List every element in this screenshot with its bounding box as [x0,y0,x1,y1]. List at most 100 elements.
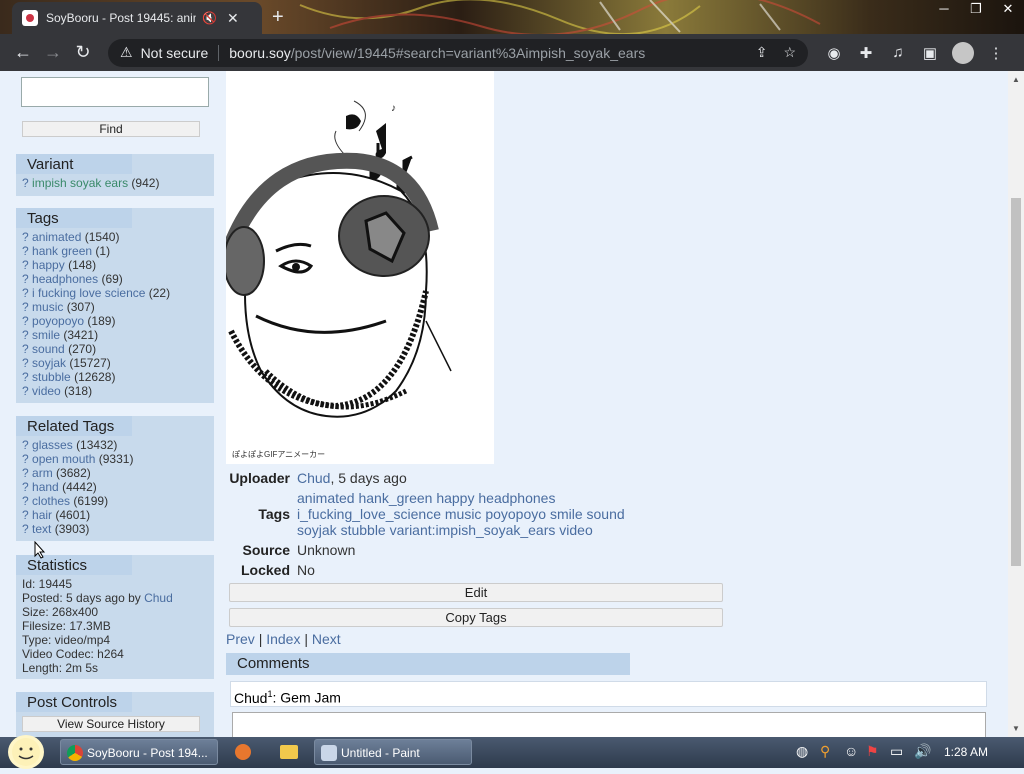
tag-link[interactable]: music [32,300,63,314]
reload-icon[interactable]: ↻ [68,42,98,63]
browser-menu-icon[interactable]: ⋮ [980,44,1012,62]
post-tag-link[interactable]: video [559,522,592,538]
tag-help-link[interactable]: ? [22,342,29,356]
search-input[interactable] [21,77,209,107]
new-tab-button[interactable]: + [272,6,284,29]
back-icon[interactable]: ← [8,42,38,63]
tag-link[interactable]: open mouth [32,452,95,466]
profile-avatar-icon[interactable] [952,41,974,64]
tag-help-link[interactable]: ? [22,258,29,272]
post-tag-link[interactable]: variant:impish_soyak_ears [390,522,556,538]
url-path[interactable]: /post/view/19445#search=variant%3Aimpish… [291,45,645,61]
tag-link[interactable]: animated [32,230,81,244]
tag-help-link[interactable]: ? [22,176,29,190]
find-button[interactable]: Find [22,121,200,137]
tag-link[interactable]: clothes [32,494,70,508]
comment-textarea[interactable] [232,712,986,737]
comment-user[interactable]: Chud [231,690,267,706]
share-icon[interactable]: ⇪ [756,44,768,61]
tag-link[interactable]: impish soyak ears [32,176,128,190]
scroll-down-icon[interactable]: ▼ [1012,724,1020,733]
tray-search-icon[interactable]: ⚲ [820,743,830,760]
tag-help-link[interactable]: ? [22,384,29,398]
folder-icon[interactable] [280,745,298,759]
media-control-icon[interactable]: ♫ [882,44,914,61]
tag-help-link[interactable]: ? [22,286,29,300]
tray-flag-icon[interactable]: ⚑ [866,743,879,760]
tag-link[interactable]: hair [32,508,52,522]
warning-icon[interactable]: ⚠ [120,44,133,61]
tag-link[interactable]: text [32,522,51,536]
tag-link[interactable]: sound [32,342,65,356]
tag-help-link[interactable]: ? [22,314,29,328]
tag-link[interactable]: headphones [32,272,98,286]
flag-extension-icon[interactable]: ◉ [818,44,850,62]
post-tag-link[interactable]: sound [587,506,625,522]
post-image[interactable]: ♪ ぽよぽよGIFアニメーカー [226,71,494,464]
stat-posted-user-link[interactable]: Chud [144,591,173,605]
firefox-icon[interactable] [235,744,251,760]
tag-help-link[interactable]: ? [22,508,29,522]
tray-face-icon[interactable]: ☺ [844,743,858,759]
view-source-history-button[interactable]: View Source History [22,716,200,732]
tag-help-link[interactable]: ? [22,272,29,286]
bookmark-star-icon[interactable]: ☆ [783,44,796,61]
tag-help-link[interactable]: ? [22,494,29,508]
post-tag-link[interactable]: soyjak [297,522,337,538]
maximize-icon[interactable]: ❐ [960,0,992,18]
tag-link[interactable]: soyjak [32,356,66,370]
edit-button[interactable]: Edit [229,583,723,602]
tag-link[interactable]: poyopoyo [32,314,84,328]
minimize-icon[interactable]: ─ [928,0,960,18]
taskbar-clock[interactable]: 1:28 AM [944,745,988,759]
prev-link[interactable]: Prev [226,631,255,647]
window-close-icon[interactable]: ✕ [992,0,1024,18]
tag-link[interactable]: i fucking love science [32,286,145,300]
tray-display-icon[interactable]: ▭ [890,743,903,760]
page-scrollbar[interactable]: ▲ ▼ [1008,71,1024,737]
post-tag-link[interactable]: stubble [341,522,386,538]
post-tag-link[interactable]: hank_green [358,490,432,506]
post-tag-link[interactable]: poyopoyo [485,506,546,522]
tag-help-link[interactable]: ? [22,356,29,370]
tag-link[interactable]: glasses [32,438,73,452]
tag-help-link[interactable]: ? [22,300,29,314]
tag-link[interactable]: hand [32,480,59,494]
mute-icon[interactable]: 🔇 [202,11,217,25]
tag-help-link[interactable]: ? [22,370,29,384]
post-tag-link[interactable]: music [445,506,482,522]
tag-link[interactable]: happy [32,258,65,272]
copy-tags-button[interactable]: Copy Tags [229,608,723,627]
index-link[interactable]: Index [266,631,300,647]
tag-help-link[interactable]: ? [22,438,29,452]
post-tag-link[interactable]: smile [550,506,583,522]
tag-help-link[interactable]: ? [22,480,29,494]
tray-volume-icon[interactable]: 🔊 [914,743,931,760]
browser-tab[interactable]: SoyBooru - Post 19445: animated 🔇 ✕ [12,2,262,34]
tag-link[interactable]: arm [32,466,53,480]
next-link[interactable]: Next [312,631,341,647]
post-tag-link[interactable]: animated [297,490,355,506]
start-button[interactable] [8,735,44,769]
tag-help-link[interactable]: ? [22,466,29,480]
tag-help-link[interactable]: ? [22,522,29,536]
url-domain[interactable]: booru.soy [229,45,290,61]
forward-icon[interactable]: → [38,42,68,63]
security-label[interactable]: Not secure [141,45,209,61]
scrollbar-thumb[interactable] [1011,198,1021,566]
taskbar-paint-item[interactable]: Untitled - Paint [314,739,472,765]
uploader-link[interactable]: Chud [297,470,330,486]
tag-help-link[interactable]: ? [22,244,29,258]
tag-link[interactable]: smile [32,328,60,342]
extensions-puzzle-icon[interactable]: ✚ [850,44,882,62]
tag-link[interactable]: video [32,384,61,398]
taskbar-chrome-item[interactable]: SoyBooru - Post 194... [60,739,218,765]
scroll-up-icon[interactable]: ▲ [1012,75,1020,84]
tag-help-link[interactable]: ? [22,230,29,244]
address-bar[interactable]: ⚠ Not secure booru.soy /post/view/19445#… [108,38,808,67]
tag-link[interactable]: stubble [32,370,71,384]
side-panel-icon[interactable]: ▣ [914,44,946,62]
tab-close-icon[interactable]: ✕ [227,10,239,27]
tag-help-link[interactable]: ? [22,452,29,466]
post-tag-link[interactable]: headphones [478,490,555,506]
